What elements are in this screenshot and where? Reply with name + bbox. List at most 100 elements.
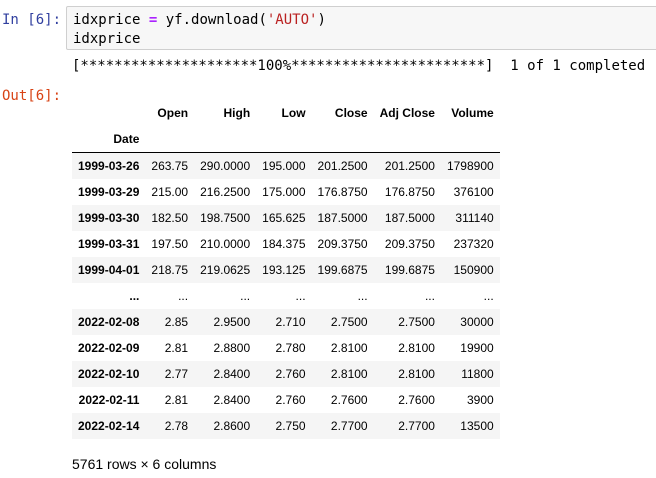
cell-low: 184.375 xyxy=(262,237,306,251)
cell-high: 2.8400 xyxy=(213,393,251,407)
code-line-1: idxprice = yf.download('AUTO') xyxy=(73,12,326,28)
cell-adj-close: ... xyxy=(424,289,435,303)
cell-high: 2.9500 xyxy=(213,315,251,329)
index-name: Date xyxy=(113,132,140,146)
cell-high: 219.0625 xyxy=(200,263,251,277)
cell-open: 2.77 xyxy=(164,367,189,381)
column-header-volume: Volume xyxy=(451,106,494,120)
cell-close: 209.3750 xyxy=(317,237,368,251)
table-row: 2022-02-09 2.81 2.8800 2.780 2.8100 2.8100 199… xyxy=(72,335,500,361)
column-header-low: Low xyxy=(281,106,306,120)
cell-low: 2.710 xyxy=(275,315,306,329)
cell-close: 2.7700 xyxy=(330,419,368,433)
cell-high: 290.0000 xyxy=(194,152,257,179)
corner-cell xyxy=(72,100,145,126)
cell-volume: 311140 xyxy=(455,211,494,225)
table-row: 1999-03-26 263.75 290.0000 195.000 201.2500 2… xyxy=(72,152,500,179)
cell-volume: 237320 xyxy=(453,237,494,251)
row-index-date: 1999-03-30 xyxy=(78,211,140,225)
cell-high: 216.2500 xyxy=(200,185,251,199)
table-row: 1999-04-01 218.75 219.0625 193.125 199.6875 1… xyxy=(72,257,500,283)
row-index-date: 2022-02-10 xyxy=(78,367,140,381)
table-row: 2022-02-14 2.78 2.8600 2.750 2.7700 2.7700 135… xyxy=(72,413,500,439)
shape-summary: 5761 rows × 6 columns xyxy=(72,456,217,472)
table-row: 2022-02-10 2.77 2.8400 2.760 2.8100 2.8100 118… xyxy=(72,361,500,387)
row-index-date: 1999-03-31 xyxy=(78,237,140,251)
cell-high: 2.8400 xyxy=(213,367,251,381)
cell-adj-close: 199.6875 xyxy=(384,263,435,277)
output-prompt: Out[6]: xyxy=(2,88,62,104)
cell-open: 182.50 xyxy=(151,211,189,225)
cell-low: 193.125 xyxy=(262,263,306,277)
cell-volume: 11800 xyxy=(461,367,494,381)
column-header-adj-close: Adj Close xyxy=(379,106,435,120)
cell-adj-close: 2.8100 xyxy=(398,367,435,381)
cell-volume: 13500 xyxy=(460,419,494,433)
cell-adj-close: 209.3750 xyxy=(384,237,435,251)
table-row: 1999-03-31 197.50 210.0000 184.375 209.3750 2… xyxy=(72,231,500,257)
cell-low: 175.000 xyxy=(262,185,306,199)
cell-high: 198.7500 xyxy=(200,211,251,225)
column-header-close: Close xyxy=(334,106,368,120)
cell-open: 197.50 xyxy=(151,237,189,251)
table-row: ..................... xyxy=(72,283,500,309)
row-index-date: 1999-03-29 xyxy=(78,185,140,199)
row-index-date: 2022-02-14 xyxy=(78,419,140,433)
index-header-row: Date xyxy=(72,126,500,153)
cell-open: 2.81 xyxy=(164,393,189,407)
cell-volume: 19900 xyxy=(460,341,494,355)
cell-open: 2.81 xyxy=(164,341,189,355)
table-row: 1999-03-30 182.50 198.7500 165.625 187.5000 1… xyxy=(72,205,500,231)
cell-adj-close: 201.2500 xyxy=(373,152,441,179)
cell-low: 2.760 xyxy=(275,393,306,407)
code-var: idxprice xyxy=(73,12,149,28)
cell-low: 165.625 xyxy=(262,211,306,225)
cell-low: 195.000 xyxy=(256,152,312,179)
cell-high: 210.0000 xyxy=(200,237,251,251)
cell-low: 2.780 xyxy=(275,341,306,355)
cell-close: 2.7600 xyxy=(330,393,368,407)
row-index-date: 2022-02-09 xyxy=(78,341,140,355)
cell-open: ... xyxy=(178,289,189,303)
table-row: 1999-03-29 215.00 216.2500 175.000 176.8750 1… xyxy=(72,179,500,205)
table-row: 2022-02-08 2.85 2.9500 2.710 2.7500 2.7500 300… xyxy=(72,309,500,335)
cell-high: 2.8600 xyxy=(213,419,251,433)
cell-volume: 3900 xyxy=(466,393,494,407)
cell-open: 218.75 xyxy=(151,263,189,277)
row-index-date: ... xyxy=(129,289,140,303)
cell-close: ... xyxy=(357,289,368,303)
code-close: ) xyxy=(317,12,326,28)
cell-close: 176.8750 xyxy=(317,185,368,199)
input-prompt: In [6]: xyxy=(2,12,62,28)
cell-close: 199.6875 xyxy=(317,263,368,277)
cell-volume: 150900 xyxy=(453,263,494,277)
cell-adj-close: 187.5000 xyxy=(384,211,435,225)
column-header-high: High xyxy=(223,106,251,120)
cell-high: 2.8800 xyxy=(213,341,251,355)
cell-adj-close: 2.7700 xyxy=(398,419,435,433)
cell-open: 215.00 xyxy=(151,185,189,199)
cell-adj-close: 2.7600 xyxy=(398,393,435,407)
cell-close: 201.2500 xyxy=(311,152,374,179)
cell-close: 2.8100 xyxy=(330,367,368,381)
row-index-date: 2022-02-11 xyxy=(78,393,140,407)
column-header-row: Open High Low Close Adj Close Volume xyxy=(72,100,500,126)
cell-close: 2.8100 xyxy=(330,341,368,355)
cell-volume: ... xyxy=(483,289,494,303)
cell-open: 2.78 xyxy=(164,419,189,433)
row-index-date: 1999-04-01 xyxy=(78,263,140,277)
code-cell[interactable]: idxprice = yf.download('AUTO') idxprice xyxy=(66,6,656,50)
dataframe-body: 1999-03-26 263.75 290.0000 195.000 201.2500 2… xyxy=(72,152,500,439)
code-string: 'AUTO' xyxy=(266,12,318,28)
cell-low: 2.750 xyxy=(275,419,306,433)
cell-open: 263.75 xyxy=(145,152,195,179)
cell-volume: 376100 xyxy=(453,185,494,199)
row-index-date: 1999-03-26 xyxy=(72,152,146,179)
cell-volume: 1798900 xyxy=(440,152,500,179)
cell-adj-close: 2.8100 xyxy=(398,341,435,355)
cell-adj-close: 2.7500 xyxy=(398,315,435,329)
cell-low: ... xyxy=(295,289,306,303)
cell-close: 187.5000 xyxy=(317,211,368,225)
code-call: yf.download( xyxy=(157,12,267,28)
row-index-date: 2022-02-08 xyxy=(78,315,140,329)
